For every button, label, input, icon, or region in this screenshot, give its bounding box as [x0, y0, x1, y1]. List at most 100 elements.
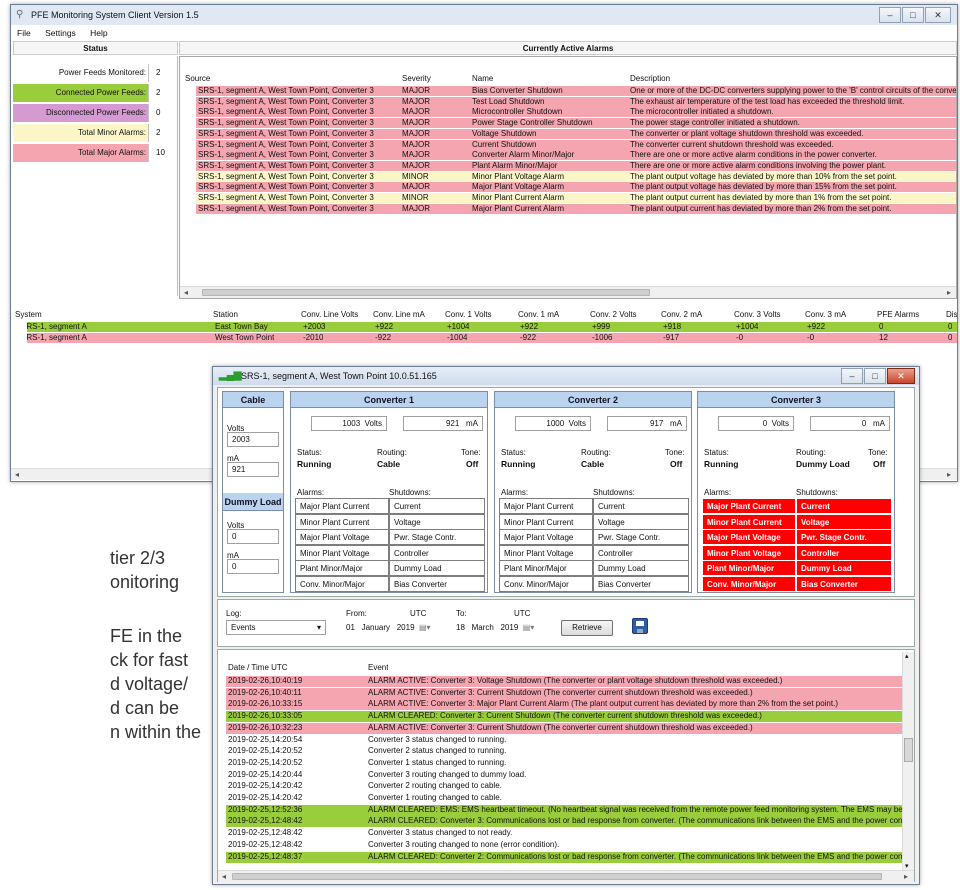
alarms-hscroll[interactable]: ◂ ▸ — [180, 286, 956, 298]
calendar-icon[interactable]: ▤▾ — [521, 623, 535, 632]
scroll-left-icon[interactable]: ◂ — [11, 469, 23, 480]
event-text: Converter 2 status changed to running. — [368, 746, 507, 756]
event-row[interactable]: 2019-02-25,12:48:42 ALARM CLEARED: Conver… — [226, 816, 902, 828]
event-row[interactable]: 2019-02-26,10:33:15 ALARM ACTIVE: Convert… — [226, 699, 902, 711]
alarm-row[interactable]: SRS-1, segment A, West Town Point, Conve… — [196, 160, 956, 171]
alarm-row[interactable]: SRS-1, segment A, West Town Point, Conve… — [196, 107, 956, 118]
retrieve-button[interactable]: Retrieve — [561, 620, 613, 636]
scroll-right-icon[interactable]: ▸ — [900, 871, 912, 882]
event-row[interactable]: 2019-02-25,14:20:42 Converter 2 routing c… — [226, 781, 902, 793]
to-day[interactable]: 18 — [456, 623, 465, 632]
system-col-header[interactable]: PFE Alarms — [877, 310, 919, 320]
to-month[interactable]: March — [472, 623, 494, 632]
alarm-row[interactable]: SRS-1, segment A, West Town Point, Conve… — [196, 182, 956, 193]
event-hscroll[interactable]: ◂ ▸ — [218, 870, 914, 882]
event-row[interactable]: 2019-02-25,14:20:52 Converter 1 status ch… — [226, 757, 902, 769]
event-row[interactable]: 2019-02-26,10:33:05 ALARM CLEARED: Conver… — [226, 711, 902, 723]
detail-close-button[interactable]: ✕ — [887, 368, 915, 384]
system-col-header[interactable]: System — [15, 310, 42, 320]
event-row[interactable]: 2019-02-25,14:20:42 Converter 1 routing c… — [226, 793, 902, 804]
status-label: Total Major Alarms: — [13, 144, 149, 162]
event-row[interactable]: 2019-02-25,14:20:54 Converter 3 status ch… — [226, 734, 902, 746]
system-col-header[interactable]: Conv. 2 mA — [661, 310, 702, 320]
col-source[interactable]: Source — [185, 74, 210, 84]
menu-file[interactable]: File — [17, 28, 31, 38]
scroll-left-icon[interactable]: ◂ — [180, 287, 192, 298]
close-button[interactable]: ✕ — [925, 7, 951, 23]
system-row[interactable]: SRS-1, segment A East Town Bay +2003 +922 +1… — [27, 322, 957, 332]
col-datetime[interactable]: Date / Time UTC — [228, 663, 288, 673]
detail-minimize-button[interactable]: – — [841, 368, 863, 384]
minimize-button[interactable]: – — [879, 7, 901, 23]
alarm-row[interactable]: SRS-1, segment A, West Town Point, Conve… — [196, 139, 956, 150]
log-select[interactable]: Events ▾ — [226, 620, 326, 635]
alarm-indicator: Major Plant Voltage — [702, 529, 796, 545]
save-icon[interactable] — [632, 618, 648, 634]
shutdown-indicator: Pwr. Stage Contr. — [593, 529, 689, 545]
alarm-severity: MAJOR — [402, 96, 430, 106]
system-col-header[interactable]: Disc — [946, 310, 957, 320]
status-label: Total Minor Alarms: — [13, 124, 149, 142]
converter-panel-3: Converter 30 Volts 0 mA Status: Running Rout… — [697, 391, 895, 593]
scroll-thumb[interactable] — [904, 738, 913, 762]
event-row[interactable]: 2019-02-25,14:20:44 Converter 3 routing c… — [226, 769, 902, 781]
shutdown-indicator: Bias Converter — [593, 575, 689, 592]
event-row[interactable]: 2019-02-26,10:40:19 ALARM ACTIVE: Convert… — [226, 676, 902, 687]
system-row[interactable]: SRS-1, segment A West Town Point -2010 -922… — [27, 333, 957, 343]
system-cell: +1004 — [447, 322, 470, 331]
system-col-header[interactable]: Conv. Line mA — [373, 310, 425, 320]
alarm-name: Major Plant Current Alarm — [472, 203, 565, 213]
scroll-down-icon[interactable]: ▾ — [905, 862, 909, 870]
calendar-icon[interactable]: ▤▾ — [417, 623, 431, 632]
to-date[interactable]: 18 March 2019 ▤▾ — [456, 623, 534, 632]
alarm-row[interactable]: SRS-1, segment A, West Town Point, Conve… — [196, 128, 956, 139]
menu-help[interactable]: Help — [90, 28, 107, 38]
scroll-left-icon[interactable]: ◂ — [218, 871, 230, 882]
system-col-header[interactable]: Conv. 3 mA — [805, 310, 846, 320]
alarm-row[interactable]: SRS-1, segment A, West Town Point, Conve… — [196, 96, 956, 107]
alarm-row[interactable]: SRS-1, segment A, West Town Point, Conve… — [196, 86, 956, 96]
maximize-button[interactable]: □ — [902, 7, 924, 23]
from-year[interactable]: 2019 — [397, 623, 415, 632]
scroll-up-icon[interactable]: ▴ — [905, 652, 909, 660]
from-day[interactable]: 01 — [346, 623, 355, 632]
system-col-header[interactable]: Conv. 2 Volts — [590, 310, 637, 320]
col-severity[interactable]: Severity — [402, 74, 431, 84]
scroll-thumb[interactable] — [232, 873, 882, 880]
scroll-right-icon[interactable]: ▸ — [943, 287, 955, 298]
scroll-thumb[interactable] — [202, 289, 650, 296]
system-col-header[interactable]: Conv. 3 Volts — [734, 310, 781, 320]
alarm-row[interactable]: SRS-1, segment A, West Town Point, Conve… — [196, 193, 956, 203]
system-cell: SRS-1, segment A — [27, 322, 87, 331]
alarm-row[interactable]: SRS-1, segment A, West Town Point, Conve… — [196, 118, 956, 129]
to-year[interactable]: 2019 — [500, 623, 518, 632]
system-col-header[interactable]: Station — [213, 310, 238, 320]
system-col-header[interactable]: Conv. 1 Volts — [445, 310, 492, 320]
event-row[interactable]: 2019-02-26,10:32:23 ALARM ACTIVE: Convert… — [226, 722, 902, 734]
col-event[interactable]: Event — [368, 663, 388, 673]
system-col-header[interactable]: Conv. 1 mA — [518, 310, 559, 320]
from-month[interactable]: January — [362, 623, 390, 632]
shutdowns-label: Shutdowns: — [593, 488, 635, 497]
event-row[interactable]: 2019-02-25,12:48:42 Converter 3 routing c… — [226, 839, 902, 851]
alarm-row[interactable]: SRS-1, segment A, West Town Point, Conve… — [196, 203, 956, 214]
alarm-row[interactable]: SRS-1, segment A, West Town Point, Conve… — [196, 171, 956, 182]
event-row[interactable]: 2019-02-25,12:48:42 Converter 3 status ch… — [226, 828, 902, 840]
system-col-header[interactable]: Conv. Line Volts — [301, 310, 358, 320]
event-row[interactable]: 2019-02-25,14:20:52 Converter 2 status ch… — [226, 746, 902, 758]
alarm-source: SRS-1, segment A, West Town Point, Conve… — [198, 118, 374, 128]
scroll-right-icon[interactable]: ▸ — [943, 469, 955, 480]
event-vscroll[interactable]: ▴ ▾ — [902, 652, 914, 870]
detail-maximize-button[interactable]: □ — [864, 368, 886, 384]
event-row[interactable]: 2019-02-25,12:52:36 ALARM CLEARED: EMS: E… — [226, 804, 902, 816]
col-description[interactable]: Description — [630, 74, 670, 84]
from-date[interactable]: 01 January 2019 ▤▾ — [346, 623, 431, 632]
col-name[interactable]: Name — [472, 74, 493, 84]
alarm-severity: MAJOR — [402, 139, 430, 149]
menu-settings[interactable]: Settings — [45, 28, 76, 38]
event-row[interactable]: 2019-02-25,12:48:37 ALARM CLEARED: Conver… — [226, 851, 902, 863]
converter-ma: 917 mA — [607, 416, 687, 431]
event-time: 2019-02-25,12:48:42 — [228, 828, 303, 838]
event-row[interactable]: 2019-02-26,10:40:11 ALARM ACTIVE: Convert… — [226, 687, 902, 699]
alarm-row[interactable]: SRS-1, segment A, West Town Point, Conve… — [196, 150, 956, 161]
